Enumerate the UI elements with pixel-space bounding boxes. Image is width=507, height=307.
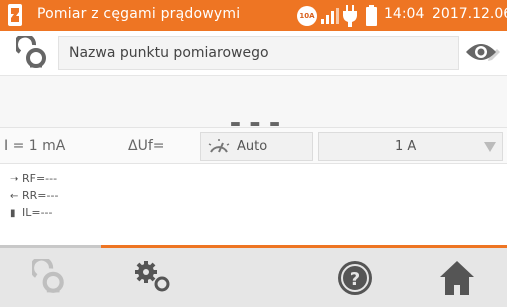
clock-date: 2017.12.06 (432, 6, 507, 22)
home-button[interactable] (406, 248, 507, 307)
arrow-right-icon: ➝ (10, 174, 19, 185)
range-badge: 10A (297, 6, 317, 26)
meter-icon (208, 139, 230, 153)
chevron-down-icon (484, 142, 496, 152)
detail-leakage-current: ▮ IL=--- (10, 206, 53, 219)
auto-mode-label: Auto (237, 139, 268, 154)
range-select-value: 1 A (395, 139, 417, 154)
test-current-label: I = 1 mA (4, 138, 66, 154)
delta-uf-label: ΔUf= (128, 138, 165, 154)
help-icon: ? (338, 261, 372, 295)
range-select[interactable]: 1 A (318, 132, 503, 161)
help-button[interactable]: ? (304, 248, 405, 307)
detail-reverse-resistance: ← RR=--- (10, 189, 59, 202)
clamp-mode-button[interactable] (0, 248, 101, 307)
window-title: Pomiar z cęgami prądowymi (37, 6, 241, 22)
settings-button[interactable] (101, 248, 202, 307)
clamp-icon[interactable] (16, 36, 50, 70)
detail-results: ➝ RF=--- ← RR=--- ▮ IL=--- (10, 172, 58, 223)
status-bar: Pomiar z cęgami prądowymi 10A 14:04 2017… (0, 0, 507, 31)
arrow-left-icon: ← (10, 191, 19, 202)
measurement-point-row: Nazwa punktu pomiarowego (0, 31, 507, 75)
clamp-icon (32, 259, 64, 293)
auto-mode-button[interactable]: Auto (200, 132, 313, 161)
measurement-point-placeholder: Nazwa punktu pomiarowego (69, 45, 269, 61)
settings-icon (135, 261, 170, 292)
home-icon (440, 261, 474, 295)
measurement-point-name-field[interactable]: Nazwa punktu pomiarowego (58, 36, 500, 70)
parameter-row: I = 1 mA ΔUf= Auto 1 A (0, 127, 507, 164)
battery-icon (366, 5, 377, 26)
eye-icon[interactable] (465, 40, 497, 64)
clock-time: 14:04 (384, 6, 425, 22)
plug-icon (343, 5, 357, 27)
clamp-logo-icon (8, 4, 22, 26)
detail-forward-resistance: ➝ RF=--- (10, 172, 58, 185)
signal-icon (321, 8, 339, 24)
svg-text:?: ? (350, 269, 360, 290)
clamp-small-icon: ▮ (10, 208, 16, 219)
bottom-toolbar: ? (0, 248, 507, 307)
